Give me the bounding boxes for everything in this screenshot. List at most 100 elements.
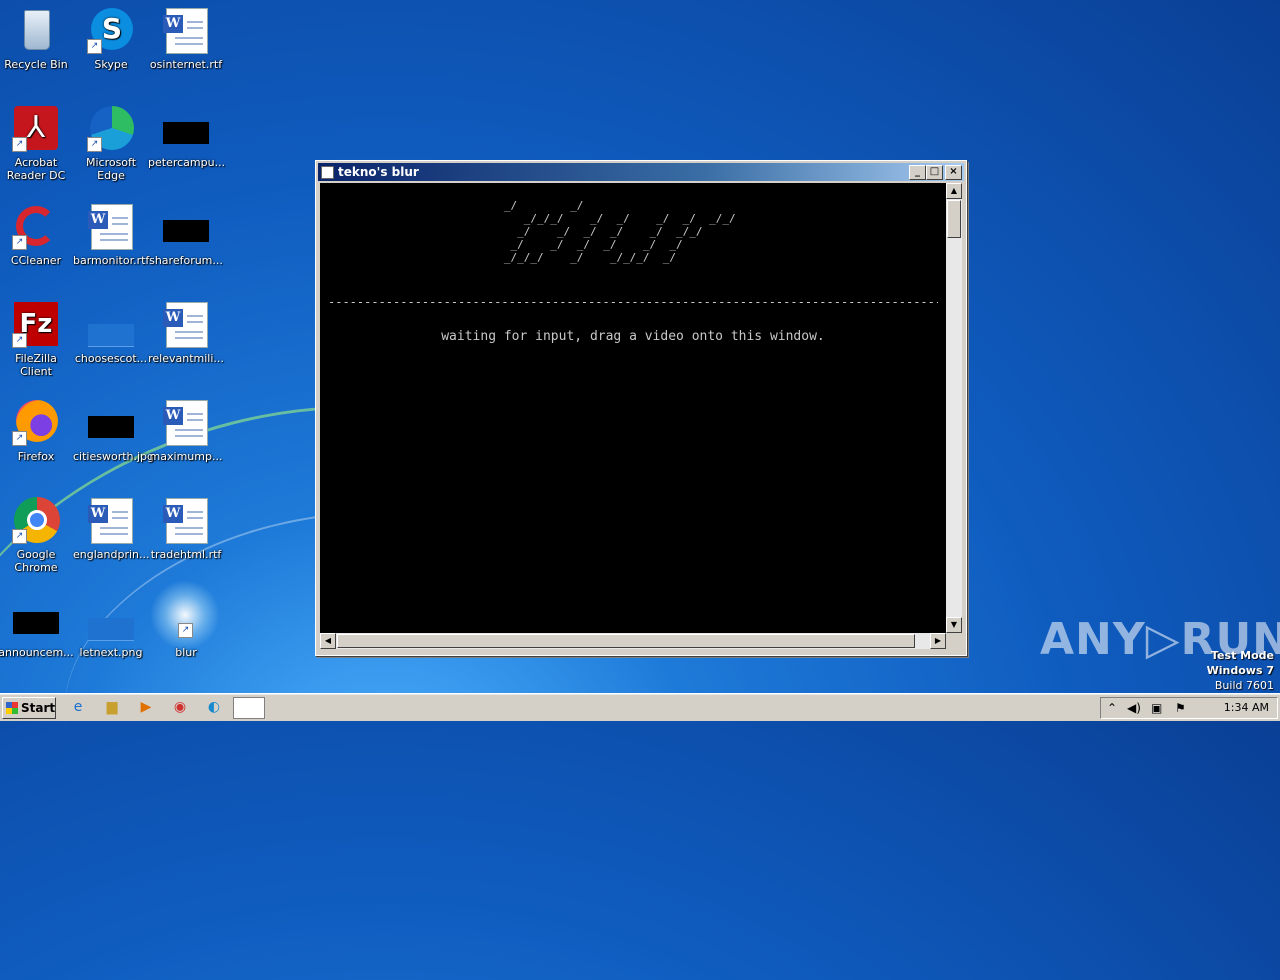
action-center-flag-icon[interactable]: ⚑: [1175, 698, 1186, 718]
black-file-icon: [162, 104, 210, 152]
build-label: Build 7601: [1214, 679, 1274, 692]
blur-taskbar-button[interactable]: [233, 697, 265, 719]
vertical-scrollbar[interactable]: ▲ ▼: [946, 183, 962, 633]
filezilla-icon: Fz ↗: [12, 300, 60, 348]
icon-label: blur: [175, 646, 197, 659]
media-player-icon[interactable]: ▶: [134, 697, 158, 717]
scroll-left-icon[interactable]: ◀: [320, 633, 336, 649]
word-document-icon: W: [162, 496, 210, 544]
shortcut-icon: ↗: [162, 594, 210, 642]
blank-file-icon: [87, 594, 135, 642]
shortcut-arrow-icon: ↗: [12, 137, 27, 152]
desktop-icon-letnext[interactable]: letnext.png: [73, 594, 149, 659]
divider-line: ----------------------------------------…: [328, 295, 938, 309]
horizontal-scrollbar[interactable]: ◀ ▶: [320, 633, 946, 649]
horizontal-scroll-thumb[interactable]: [337, 634, 915, 648]
blank-file-icon: [87, 300, 135, 348]
black-file-icon: [12, 594, 60, 642]
skype-icon: S ↗: [87, 6, 135, 54]
resize-grip[interactable]: [946, 633, 962, 649]
shortcut-arrow-icon: ↗: [87, 39, 102, 54]
blur-window[interactable]: tekno's blur _ □ × _/ _/ _/_/_/ _/ _/ _/…: [315, 160, 967, 656]
window-title: tekno's blur: [338, 165, 419, 179]
status-message: waiting for input, drag a video onto thi…: [441, 329, 825, 344]
desktop-icon-filezilla[interactable]: Fz ↗ FileZilla Client: [0, 300, 74, 378]
edge-taskbar-icon[interactable]: ◐: [202, 697, 226, 717]
desktop-icon-osinternet[interactable]: W osinternet.rtf: [148, 6, 224, 71]
system-tray: ⌃ ◀) ▣ ⚑ 1:34 AM: [1100, 697, 1278, 719]
maximize-button[interactable]: □: [926, 165, 943, 180]
recycle-bin-icon: [12, 6, 60, 54]
desktop-icon-englandprin[interactable]: W englandprin...: [73, 496, 150, 561]
console-output[interactable]: _/ _/ _/_/_/ _/ _/ _/ _/ _/_/ _/ _/ _/ _…: [320, 183, 946, 633]
icon-label: Google Chrome: [14, 548, 58, 574]
chrome-icon: ↗: [12, 496, 60, 544]
app-icon: [321, 166, 334, 179]
ccleaner-icon: ↗: [12, 202, 60, 250]
desktop-icon-petercampu[interactable]: petercampu...: [148, 104, 226, 169]
volume-icon[interactable]: ◀): [1127, 698, 1141, 718]
clock[interactable]: 1:34 AM: [1224, 698, 1269, 718]
desktop-icon-ccleaner[interactable]: ↗ CCleaner: [0, 202, 74, 267]
desktop-icon-acrobat[interactable]: ⅄ ↗ Acrobat Reader DC: [0, 104, 74, 182]
file-explorer-icon[interactable]: ▆: [100, 697, 124, 717]
taskbar: Start e ▆ ▶ ◉ ◐ ⌃ ◀) ▣ ⚑ 1:34 AM: [0, 693, 1280, 721]
desktop-icon-choosescot[interactable]: choosescot...: [73, 300, 149, 365]
desktop-icon-relevantmili[interactable]: W relevantmili...: [148, 300, 224, 365]
word-document-icon: W: [87, 202, 135, 250]
desktop-icon-tradehtml[interactable]: W tradehtml.rtf: [148, 496, 224, 561]
start-button[interactable]: Start: [2, 697, 56, 719]
chrome-taskbar-icon[interactable]: ◉: [168, 697, 192, 717]
scroll-down-icon[interactable]: ▼: [946, 617, 962, 633]
icon-label: FileZilla Client: [15, 352, 57, 378]
os-build-info: Test Mode Windows 7 Build 7601: [1207, 648, 1274, 693]
black-file-icon: [87, 398, 135, 446]
scroll-right-icon[interactable]: ▶: [930, 633, 946, 649]
desktop-icon-recycle-bin[interactable]: Recycle Bin: [0, 6, 74, 71]
shortcut-arrow-icon: ↗: [12, 529, 27, 544]
desktop-icon-announcem[interactable]: announcem...: [0, 594, 74, 659]
edge-icon: ↗: [87, 104, 135, 152]
icon-label: barmonitor.rtf: [73, 254, 150, 267]
icon-label: letnext.png: [79, 646, 143, 659]
desktop-icon-citiesworth[interactable]: citiesworth.jpg: [73, 398, 154, 463]
shortcut-arrow-icon: ↗: [12, 333, 27, 348]
desktop-icon-blur[interactable]: ↗ blur: [148, 594, 224, 659]
vertical-scroll-thumb[interactable]: [947, 200, 961, 238]
show-hidden-icons-icon[interactable]: ⌃: [1107, 698, 1117, 718]
windows-version-label: Windows 7: [1206, 664, 1274, 677]
icon-label: Microsoft Edge: [85, 156, 137, 182]
window-titlebar[interactable]: tekno's blur _ □ ×: [318, 163, 964, 181]
icon-label: relevantmili...: [148, 352, 224, 365]
scroll-up-icon[interactable]: ▲: [946, 183, 962, 199]
ascii-logo: _/ _/ _/_/_/ _/ _/ _/ _/ _/_/ _/ _/ _/ _…: [503, 199, 736, 264]
close-button[interactable]: ×: [945, 165, 962, 180]
start-label: Start: [21, 701, 56, 715]
test-mode-label: Test Mode: [1211, 649, 1274, 662]
shortcut-arrow-icon: ↗: [12, 235, 27, 250]
word-document-icon: W: [87, 496, 135, 544]
network-icon[interactable]: ▣: [1151, 698, 1162, 718]
desktop-icon-chrome[interactable]: ↗ Google Chrome: [0, 496, 74, 574]
icon-label: Recycle Bin: [4, 58, 68, 71]
desktop-icon-barmonitor[interactable]: W barmonitor.rtf: [73, 202, 149, 267]
black-file-icon: [162, 202, 210, 250]
icon-label: announcem...: [0, 646, 74, 659]
minimize-button[interactable]: _: [909, 165, 926, 180]
icon-label: Acrobat Reader DC: [6, 156, 66, 182]
icon-label: shareforum...: [149, 254, 223, 267]
icon-label: tradehtml.rtf: [150, 548, 222, 561]
icon-label: petercampu...: [148, 156, 226, 169]
desktop-icon-firefox[interactable]: ↗ Firefox: [0, 398, 74, 463]
icon-label: osinternet.rtf: [149, 58, 223, 71]
internet-explorer-icon[interactable]: e: [66, 697, 90, 717]
desktop-icon-edge[interactable]: ↗ Microsoft Edge: [73, 104, 149, 182]
windows-logo-icon: [6, 702, 18, 714]
desktop-icon-maximump[interactable]: W maximump...: [148, 398, 224, 463]
desktop-icon-skype[interactable]: S ↗ Skype: [73, 6, 149, 71]
word-document-icon: W: [162, 6, 210, 54]
shortcut-arrow-icon: ↗: [12, 431, 27, 446]
shortcut-arrow-icon: ↗: [178, 623, 193, 638]
desktop-icon-shareforum[interactable]: shareforum...: [148, 202, 224, 267]
word-document-icon: W: [162, 300, 210, 348]
